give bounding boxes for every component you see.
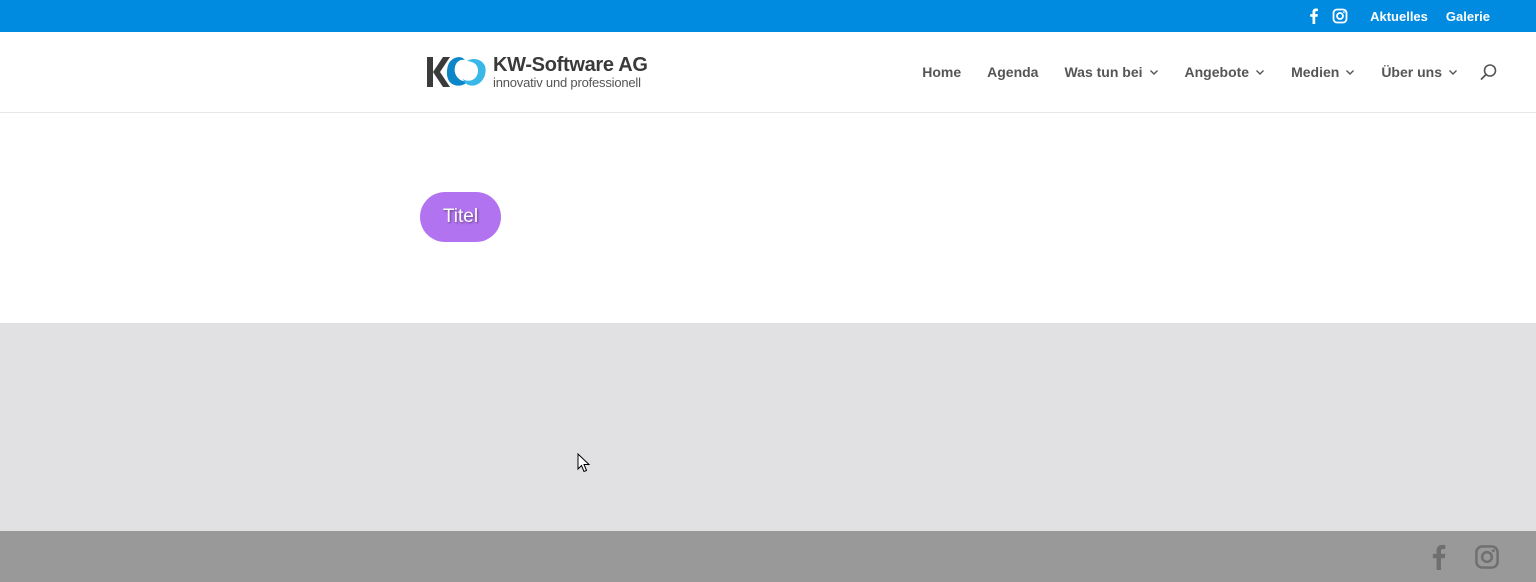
nav-item-home[interactable]: Home xyxy=(922,64,961,80)
logo-tagline: innovativ und professionell xyxy=(493,75,641,90)
facebook-icon[interactable] xyxy=(1306,8,1322,24)
chevron-down-icon xyxy=(1345,67,1355,77)
main-content xyxy=(0,113,1536,323)
main-nav: Home Agenda Was tun bei Angebote Medien … xyxy=(896,32,1458,112)
instagram-icon[interactable] xyxy=(1332,8,1348,24)
nav-item-ueber-uns[interactable]: Über uns xyxy=(1381,64,1458,80)
title-button[interactable]: Titel xyxy=(420,192,501,242)
footer-social-links xyxy=(1404,544,1500,570)
mouse-cursor-icon xyxy=(577,453,591,473)
nav-item-label: Home xyxy=(922,64,962,80)
facebook-icon[interactable] xyxy=(1426,544,1452,570)
chevron-down-icon xyxy=(1448,67,1458,77)
search-icon[interactable] xyxy=(1480,63,1498,81)
logo-mark-icon xyxy=(427,57,486,87)
logo-brand: KW-Software AG xyxy=(493,54,648,76)
chevron-down-icon xyxy=(1149,67,1159,77)
nav-item-label: Angebote xyxy=(1184,64,1250,80)
site-footer xyxy=(0,531,1536,582)
instagram-icon[interactable] xyxy=(1474,544,1500,570)
top-bar: Aktuelles Galerie xyxy=(0,0,1536,32)
top-link-galerie[interactable]: Galerie xyxy=(1446,9,1490,24)
chevron-down-icon xyxy=(1255,67,1265,77)
top-social-links xyxy=(1306,8,1358,24)
grey-section xyxy=(0,323,1536,531)
nav-item-was-tun-bei[interactable]: Was tun bei xyxy=(1064,64,1158,80)
nav-item-label: Medien xyxy=(1291,64,1340,80)
nav-item-angebote[interactable]: Angebote xyxy=(1185,64,1266,80)
nav-item-label: Was tun bei xyxy=(1064,64,1143,80)
site-logo[interactable]: KW-Software AG innovativ und professione… xyxy=(427,52,648,92)
top-link-aktuelles[interactable]: Aktuelles xyxy=(1370,9,1428,24)
nav-item-medien[interactable]: Medien xyxy=(1291,64,1355,80)
nav-item-label: Agenda xyxy=(987,64,1039,80)
nav-item-agenda[interactable]: Agenda xyxy=(987,64,1038,80)
site-header: KW-Software AG innovativ und professione… xyxy=(0,32,1536,113)
top-bar-items: Aktuelles Galerie xyxy=(1306,0,1500,32)
logo-text: KW-Software AG innovativ und professione… xyxy=(493,55,648,89)
nav-item-label: Über uns xyxy=(1381,64,1442,80)
